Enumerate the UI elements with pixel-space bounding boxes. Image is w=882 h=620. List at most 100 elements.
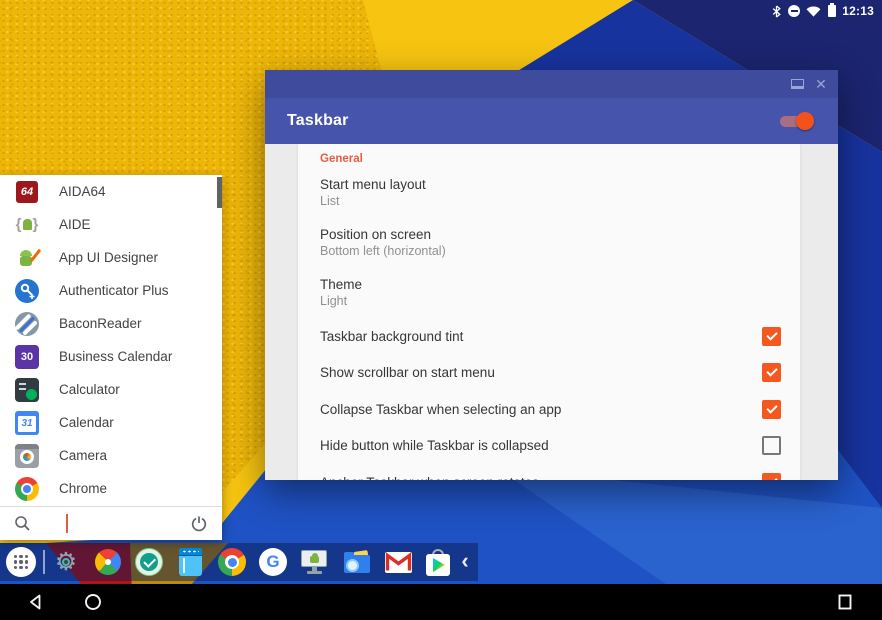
checkbox[interactable] bbox=[762, 327, 781, 346]
settings-card: General Start menu layout List Position … bbox=[298, 144, 800, 480]
google-g-icon: G bbox=[259, 548, 287, 576]
setting-collapse-taskbar[interactable]: Collapse Taskbar when selecting an app bbox=[320, 397, 781, 421]
setting-value: Bottom left (horizontal) bbox=[320, 244, 760, 259]
app-item-chrome[interactable]: Chrome bbox=[0, 472, 222, 505]
app-item-calendar[interactable]: 31 Calendar bbox=[0, 406, 222, 439]
all-apps-button[interactable] bbox=[6, 547, 36, 577]
gmail-app-button[interactable] bbox=[383, 547, 413, 577]
apps-grid-icon bbox=[14, 555, 29, 570]
greenify-icon bbox=[135, 548, 163, 576]
start-menu: 64 AIDA64 {} AIDE App UI Designer bbox=[0, 175, 222, 540]
app-item-camera[interactable]: Camera bbox=[0, 439, 222, 472]
taskbar-settings-window: ✕ Taskbar General Start menu layout List… bbox=[265, 70, 838, 480]
maximize-icon[interactable] bbox=[790, 78, 804, 90]
start-menu-search[interactable] bbox=[0, 506, 222, 540]
android-desktop: 12:13 ✕ Taskbar General Start menu layou… bbox=[0, 0, 882, 620]
do-not-disturb-icon bbox=[788, 5, 800, 17]
setting-title: Start menu layout bbox=[320, 177, 760, 193]
google-photos-icon bbox=[95, 549, 121, 575]
chrome-app-button[interactable] bbox=[217, 547, 247, 577]
app-item-app-ui-designer[interactable]: App UI Designer bbox=[0, 241, 222, 274]
app-item-calculator[interactable]: Calculator bbox=[0, 373, 222, 406]
play-store-icon bbox=[426, 549, 450, 576]
taskbar-enable-toggle[interactable] bbox=[778, 112, 814, 130]
gear-icon: ⚙ bbox=[55, 550, 77, 575]
setting-value: Light bbox=[320, 294, 760, 309]
aide-icon: {} bbox=[15, 213, 39, 237]
chrome-icon bbox=[218, 548, 246, 576]
app-label: AIDA64 bbox=[59, 184, 106, 199]
recents-button[interactable] bbox=[836, 593, 854, 611]
app-label: Business Calendar bbox=[59, 349, 172, 364]
window-titlebar[interactable]: ✕ bbox=[265, 70, 838, 98]
setting-label: Anchor Taskbar when screen rotates bbox=[320, 475, 762, 481]
taskbar: ⚙ G bbox=[0, 543, 478, 581]
greenify-app-button[interactable] bbox=[134, 547, 164, 577]
battery-icon bbox=[828, 5, 836, 17]
app-item-authenticator-plus[interactable]: Authenticator Plus bbox=[0, 274, 222, 307]
setting-taskbar-background-tint[interactable]: Taskbar background tint bbox=[320, 324, 781, 348]
app-label: Chrome bbox=[59, 481, 107, 496]
camera-icon bbox=[15, 444, 39, 468]
chrome-icon bbox=[15, 477, 39, 501]
app-label: Calendar bbox=[59, 415, 114, 430]
google-app-button[interactable]: G bbox=[258, 547, 288, 577]
status-clock: 12:13 bbox=[842, 4, 874, 18]
bluetooth-icon bbox=[771, 5, 782, 18]
checkbox[interactable] bbox=[762, 473, 781, 481]
gmail-icon bbox=[385, 552, 412, 573]
setting-label: Collapse Taskbar when selecting an app bbox=[320, 402, 762, 417]
search-icon bbox=[14, 515, 31, 532]
app-label: Authenticator Plus bbox=[59, 283, 169, 298]
play-store-app-button[interactable] bbox=[423, 547, 453, 577]
file-manager-app-button[interactable] bbox=[342, 547, 372, 577]
app-label: BaconReader bbox=[59, 316, 142, 331]
checkbox[interactable] bbox=[762, 400, 781, 419]
app-label: AIDE bbox=[59, 217, 91, 232]
file-manager-icon bbox=[343, 550, 371, 575]
app-item-business-calendar[interactable]: 30 Business Calendar bbox=[0, 340, 222, 373]
android-monitor-icon bbox=[300, 548, 330, 576]
remote-display-app-button[interactable] bbox=[300, 547, 330, 577]
taskbar-collapse-button[interactable]: ‹ bbox=[456, 549, 474, 575]
app-ui-designer-icon bbox=[15, 246, 39, 270]
wifi-icon bbox=[806, 5, 821, 17]
aida64-icon: 64 bbox=[15, 180, 39, 204]
setting-label: Show scrollbar on start menu bbox=[320, 365, 762, 380]
checkbox[interactable] bbox=[762, 436, 781, 455]
setting-position-on-screen[interactable]: Position on screen Bottom left (horizont… bbox=[320, 227, 760, 259]
search-text-cursor bbox=[66, 514, 68, 533]
status-bar: 12:13 bbox=[0, 0, 882, 24]
page-title: Taskbar bbox=[287, 112, 349, 130]
power-icon[interactable] bbox=[190, 515, 208, 533]
home-button[interactable] bbox=[84, 593, 102, 611]
start-menu-scrollbar[interactable] bbox=[217, 177, 222, 208]
checkbox[interactable] bbox=[762, 363, 781, 382]
settings-app-button[interactable]: ⚙ bbox=[51, 547, 81, 577]
navigation-bar bbox=[0, 584, 882, 620]
setting-hide-button[interactable]: Hide button while Taskbar is collapsed bbox=[320, 433, 781, 457]
setting-show-scrollbar[interactable]: Show scrollbar on start menu bbox=[320, 360, 781, 384]
app-item-baconreader[interactable]: BaconReader bbox=[0, 307, 222, 340]
app-item-aida64[interactable]: 64 AIDA64 bbox=[0, 175, 222, 208]
setting-value: List bbox=[320, 194, 760, 209]
window-appbar: Taskbar bbox=[265, 98, 838, 144]
taskbar-divider bbox=[43, 550, 45, 574]
setting-title: Position on screen bbox=[320, 227, 760, 243]
setting-theme[interactable]: Theme Light bbox=[320, 277, 760, 309]
setting-anchor-taskbar[interactable]: Anchor Taskbar when screen rotates bbox=[320, 470, 781, 480]
baconreader-icon bbox=[15, 312, 39, 336]
section-heading: General bbox=[320, 153, 363, 165]
back-button[interactable] bbox=[27, 593, 45, 611]
notepad-app-button[interactable] bbox=[175, 547, 205, 577]
photos-app-button[interactable] bbox=[93, 547, 123, 577]
business-calendar-icon: 30 bbox=[15, 345, 39, 369]
app-label: Calculator bbox=[59, 382, 120, 397]
settings-scroll-area[interactable]: General Start menu layout List Position … bbox=[265, 144, 838, 480]
calculator-icon bbox=[15, 378, 39, 402]
toggle-thumb[interactable] bbox=[796, 112, 814, 130]
app-item-aide[interactable]: {} AIDE bbox=[0, 208, 222, 241]
app-list[interactable]: 64 AIDA64 {} AIDE App UI Designer bbox=[0, 175, 222, 507]
setting-start-menu-layout[interactable]: Start menu layout List bbox=[320, 177, 760, 209]
close-icon[interactable]: ✕ bbox=[814, 78, 828, 90]
